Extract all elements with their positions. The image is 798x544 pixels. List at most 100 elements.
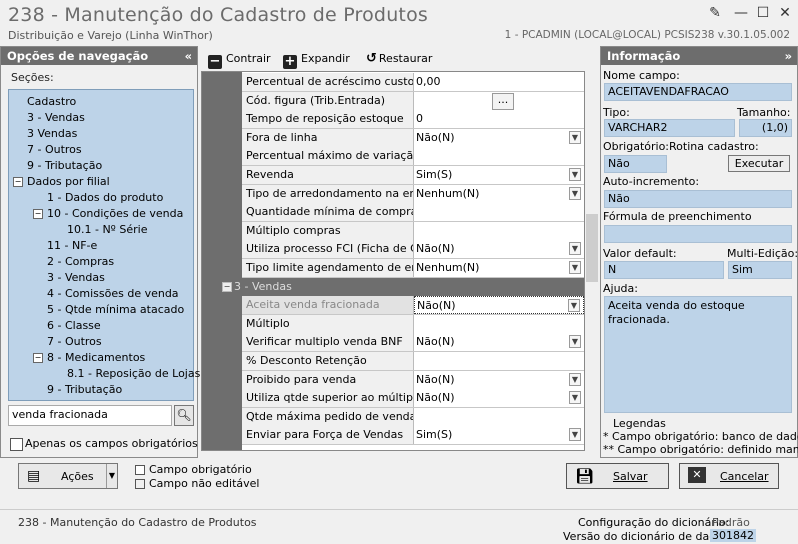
tree-item[interactable]: 10 - Condições de venda bbox=[47, 207, 183, 221]
grid-row-value[interactable] bbox=[414, 408, 584, 426]
chevron-down-icon[interactable]: ▼ bbox=[569, 428, 581, 441]
grid-row[interactable]: Aceita venda fracionada Não(N) ▼ bbox=[242, 296, 584, 315]
lookup-button[interactable]: ... bbox=[492, 93, 514, 110]
grid-row-value[interactable]: Não(N) ▼ bbox=[414, 240, 584, 258]
grid-row-value[interactable] bbox=[414, 203, 584, 221]
grid-row[interactable]: Verificar multiplo venda BNF Não(N) ▼ bbox=[242, 333, 584, 352]
grid-row[interactable]: Tempo de reposição estoque 0 bbox=[242, 110, 584, 129]
close-icon[interactable]: ✕ bbox=[776, 4, 794, 22]
grid-row[interactable]: % Desconto Retenção bbox=[242, 352, 584, 371]
grid-row-label: Tipo de arredondamento na entrac bbox=[242, 185, 414, 203]
expand-button[interactable]: + Expandir bbox=[283, 50, 350, 69]
tree-expander-icon[interactable]: − bbox=[33, 353, 43, 363]
collapse-panel-icon[interactable]: « bbox=[185, 47, 192, 65]
chevron-down-icon[interactable]: ▼ bbox=[568, 299, 580, 312]
grid-row[interactable]: Tipo limite agendamento de entregNenhum(… bbox=[242, 259, 584, 278]
grid-row[interactable]: Percentual máximo de variação do bbox=[242, 147, 584, 166]
search-icon[interactable]: 🔍︎ bbox=[174, 405, 194, 426]
tree-expander-icon[interactable]: − bbox=[13, 177, 23, 187]
tree-item[interactable]: 6 - Classe bbox=[47, 319, 101, 333]
grid-scrollbar-thumb[interactable] bbox=[586, 214, 598, 282]
chevron-down-icon[interactable]: ▼ bbox=[569, 335, 581, 348]
grid-row[interactable]: Proibido para venda Não(N) ▼ bbox=[242, 371, 584, 390]
group-collapse-icon[interactable]: − bbox=[222, 282, 232, 292]
tree-item[interactable]: 11 - NF-e bbox=[47, 239, 97, 253]
tree-item[interactable]: 3 - Vendas bbox=[47, 271, 105, 285]
grid-row-value[interactable]: 0 bbox=[414, 110, 584, 128]
actions-button[interactable]: ▤ Ações ▼ bbox=[18, 463, 118, 489]
legend-title: Legendas bbox=[613, 417, 666, 430]
grid-row-value[interactable] bbox=[414, 352, 584, 370]
grid-row[interactable]: Percentual de acréscimo custo do p0,00 bbox=[242, 73, 584, 92]
chevron-down-icon[interactable]: ▼ bbox=[569, 242, 581, 255]
chevron-down-icon[interactable]: ▼ bbox=[569, 261, 581, 274]
dictionary-config-value: Padrão bbox=[712, 516, 750, 529]
grid-row-value[interactable] bbox=[414, 147, 584, 165]
tree-item[interactable]: 9 - Tributação bbox=[47, 383, 122, 397]
grid-row-value-text: Não(N) bbox=[416, 242, 455, 255]
grid-row-value[interactable]: Não(N) ▼ bbox=[414, 371, 584, 389]
cancel-button[interactable]: ✕ Cancelar bbox=[679, 463, 779, 489]
grid-row-value[interactable]: Sim(S) ▼ bbox=[414, 166, 584, 184]
tree-item[interactable]: 8.1 - Reposição de Lojas bbox=[67, 367, 200, 381]
grid-row[interactable]: Revenda Sim(S) ▼ bbox=[242, 166, 584, 185]
grid-row[interactable]: Quantidade mínima de compra emb bbox=[242, 203, 584, 222]
grid-row-value[interactable]: Não(N) ▼ bbox=[414, 129, 584, 147]
tree-item[interactable]: 1 - Dados do produto bbox=[47, 191, 163, 205]
sections-label: Seções: bbox=[11, 71, 54, 84]
tree-item[interactable]: 8 - Medicamentos bbox=[47, 351, 145, 365]
tree-item[interactable]: Cadastro bbox=[27, 95, 76, 109]
required-only-checkbox[interactable] bbox=[10, 438, 23, 451]
tree-item[interactable]: 2 - Compras bbox=[47, 255, 114, 269]
tree-item[interactable]: 4 - Comissões de venda bbox=[47, 287, 179, 301]
chevron-down-icon[interactable]: ▼ bbox=[569, 187, 581, 200]
formula-label: Fórmula de preenchimento bbox=[603, 210, 752, 223]
grid-row[interactable]: Tipo de arredondamento na entracNenhum(N… bbox=[242, 185, 584, 204]
section-search-input[interactable]: venda fracionada bbox=[8, 405, 172, 426]
grid-row-value[interactable] bbox=[414, 315, 584, 333]
tree-item[interactable]: 7 - Outros bbox=[27, 143, 82, 157]
tree-expander-icon[interactable]: − bbox=[33, 209, 43, 219]
chevron-down-icon[interactable]: ▼ bbox=[569, 131, 581, 144]
grid-group-header[interactable]: −3 - Vendas bbox=[202, 278, 584, 296]
grid-row-value[interactable]: ... bbox=[414, 92, 584, 110]
execute-button[interactable]: Executar bbox=[728, 155, 790, 172]
tree-item[interactable]: 9 - Tributação bbox=[27, 159, 102, 173]
expand-panel-icon[interactable]: » bbox=[785, 47, 792, 65]
tree-item[interactable]: 3 Vendas bbox=[27, 127, 77, 141]
grid-row-value[interactable]: Nenhum(N) ▼ bbox=[414, 185, 584, 203]
grid-row[interactable]: Cód. figura (Trib.Entrada)... bbox=[242, 92, 584, 111]
grid-row-value[interactable]: Não(N) ▼ bbox=[414, 296, 584, 314]
actions-dropdown-icon[interactable]: ▼ bbox=[106, 464, 117, 488]
chevron-down-icon[interactable]: ▼ bbox=[569, 391, 581, 404]
tree-item[interactable]: 3 - Vendas bbox=[27, 111, 85, 125]
sections-tree[interactable]: Cadastro 3 - Vendas 3 Vendas 7 - Outros 9 - … bbox=[8, 89, 200, 401]
information-header: Informação » bbox=[601, 47, 797, 65]
grid-row[interactable]: Utiliza qtde superior ao múltiplo doNão(… bbox=[242, 389, 584, 408]
maximize-icon[interactable]: ☐ bbox=[754, 4, 772, 22]
minimize-icon[interactable]: — bbox=[732, 4, 750, 22]
grid-row[interactable]: Qtde máxima pedido de venda bbox=[242, 408, 584, 427]
grid-row[interactable]: Múltiplo bbox=[242, 315, 584, 334]
tree-item[interactable]: 7 - Outros bbox=[47, 335, 102, 349]
grid-row-value[interactable]: Nenhum(N) ▼ bbox=[414, 259, 584, 277]
grid-row-value[interactable]: Não(N) ▼ bbox=[414, 333, 584, 351]
save-button[interactable]: 💾︎ Salvar bbox=[566, 463, 669, 489]
restore-button[interactable]: ↺ Restaurar bbox=[366, 50, 432, 68]
grid-row[interactable]: Enviar para Força de Vendas Sim(S) ▼ bbox=[242, 426, 584, 445]
collapse-button[interactable]: − Contrair bbox=[208, 50, 271, 69]
tree-item[interactable]: 10.1 - Nº Série bbox=[67, 223, 147, 237]
grid-row-value[interactable]: Sim(S) ▼ bbox=[414, 426, 584, 444]
grid-row[interactable]: Utiliza processo FCI (Ficha de Con Não(N)… bbox=[242, 240, 584, 259]
grid-row[interactable]: Fora de linha Não(N) ▼ bbox=[242, 129, 584, 148]
edit-window-icon[interactable]: ✎ bbox=[706, 4, 724, 22]
tree-item[interactable]: Dados por filial bbox=[27, 175, 110, 189]
chevron-down-icon[interactable]: ▼ bbox=[569, 168, 581, 181]
grid-row-value[interactable]: Não(N) ▼ bbox=[414, 389, 584, 407]
grid-row-value[interactable]: 0,00 bbox=[414, 73, 584, 91]
title-bar: 238 - Manutenção do Cadastro de Produtos… bbox=[0, 0, 798, 46]
chevron-down-icon[interactable]: ▼ bbox=[569, 373, 581, 386]
grid-row-value[interactable] bbox=[414, 222, 584, 240]
tree-item[interactable]: 5 - Qtde mínima atacado bbox=[47, 303, 184, 317]
grid-row[interactable]: Múltiplo compras bbox=[242, 222, 584, 241]
